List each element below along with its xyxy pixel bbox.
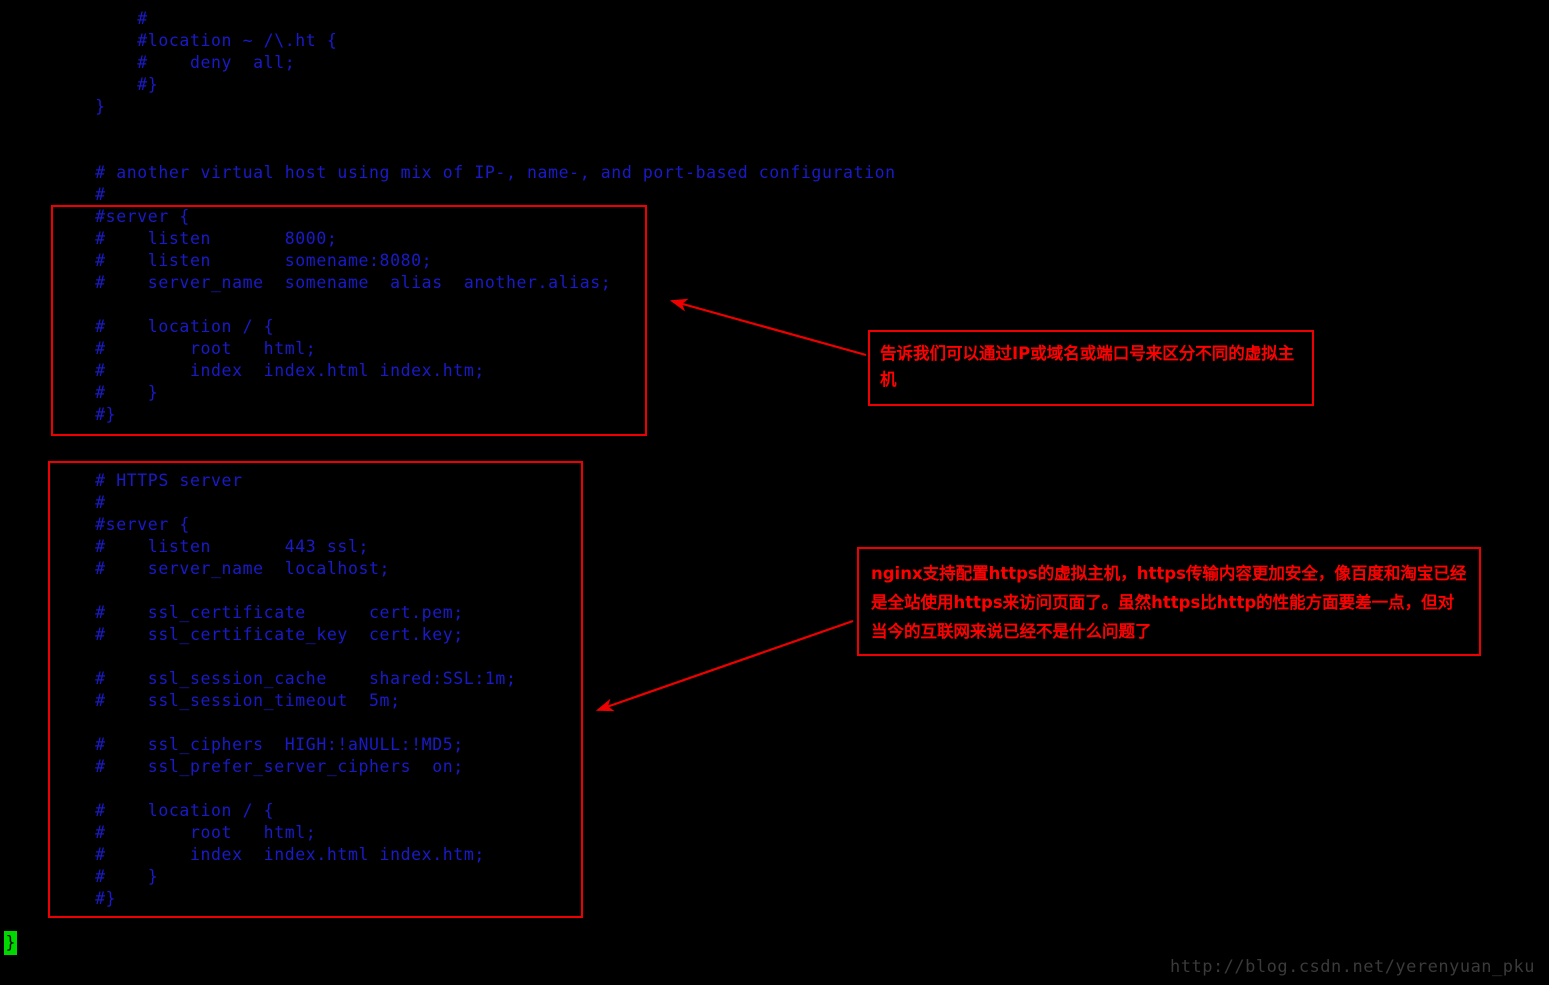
nginx-config-code: # #location ~ /\.ht { # deny all; #} } #… [95,9,896,908]
annotation-note-virtual-host: 告诉我们可以通过IP或域名或端口号来区分不同的虚拟主机 [868,330,1314,406]
blog-watermark: http://blog.csdn.net/yerenyuan_pku [1170,957,1535,977]
matched-brace-highlight: } [4,931,17,955]
terminal-screenshot: # #location ~ /\.ht { # deny all; #} } #… [0,0,1549,985]
annotation-note-https: nginx支持配置https的虚拟主机，https传输内容更加安全，像百度和淘宝… [857,547,1481,656]
